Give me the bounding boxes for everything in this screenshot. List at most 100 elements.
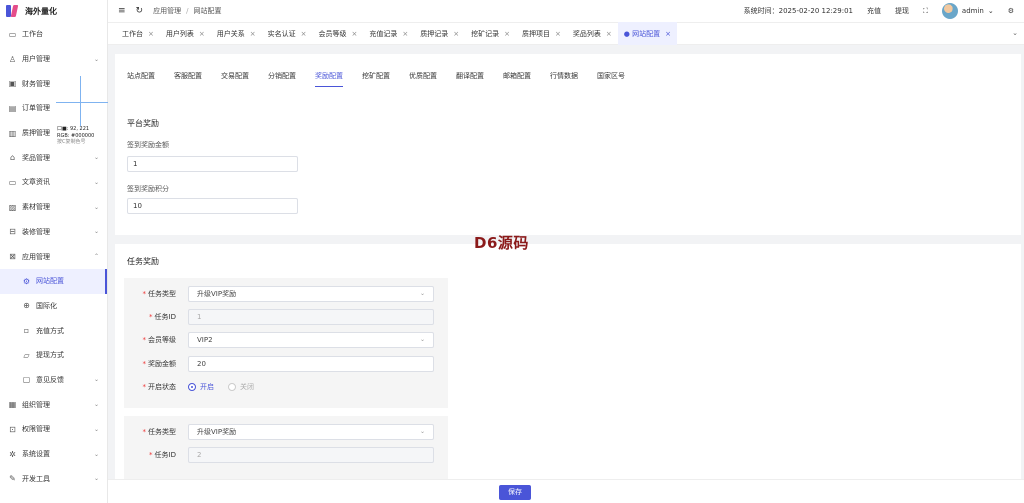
avatar[interactable]	[941, 3, 958, 19]
fullscreen-icon[interactable]: ⛶	[923, 7, 928, 16]
chevron-down-icon[interactable]: ⌄	[988, 7, 994, 15]
page-tab[interactable]: 挖矿记录 ×	[465, 22, 516, 45]
config-tab[interactable]: 客服配置	[174, 71, 202, 87]
sidebar-item[interactable]: ⚙ 网站配置	[0, 268, 107, 294]
tabs-more-icon[interactable]: ⌄	[1012, 29, 1018, 37]
sidebar-item[interactable]: ▫ 充值方式	[0, 318, 107, 343]
config-tab[interactable]: 挖矿配置	[362, 71, 390, 87]
settings-icon[interactable]: ⚙	[1008, 7, 1014, 15]
reward-amount-input[interactable]: 20	[188, 356, 434, 372]
sidebar-item-label: 订单管理	[22, 104, 50, 113]
page-tab[interactable]: 充值记录 ×	[363, 22, 414, 45]
page-tab[interactable]: 质押记录 ×	[414, 22, 465, 45]
sidebar-item[interactable]: ▭ 工作台	[0, 22, 107, 47]
task-id-input[interactable]: 2	[188, 447, 434, 463]
sidebar-item[interactable]: ▭ 文章资讯 ⌄	[0, 170, 107, 195]
chevron-icon: ⌃	[93, 253, 99, 261]
sidebar-item[interactable]: ✲ 系统设置 ⌄	[0, 442, 107, 467]
page-tab[interactable]: 实名认证 ×	[262, 22, 313, 45]
sidebar-item-label: 组织管理	[22, 400, 50, 409]
chevron-icon: ⌄	[93, 178, 99, 186]
sidebar-item[interactable]: ♙ 用户管理 ⌄	[0, 47, 107, 72]
close-icon[interactable]: ×	[199, 30, 205, 38]
radio-dot	[188, 383, 196, 391]
required-mark: *	[142, 428, 147, 436]
sidebar-item-label: 用户管理	[22, 55, 50, 64]
sidebar-item[interactable]: ▦ 组织管理 ⌄	[0, 392, 107, 417]
config-tab[interactable]: 行情数据	[550, 71, 578, 87]
sidebar-item-label: 财务管理	[22, 79, 50, 88]
sidebar-item-label: 奖品管理	[22, 153, 50, 162]
app-logo[interactable]: 海外量化	[0, 0, 107, 22]
sidebar-item[interactable]: ⌂ 奖品管理 ⌄	[0, 145, 107, 170]
page-tab[interactable]: 用户关系 ×	[211, 22, 262, 45]
config-tab[interactable]: 国家区号	[597, 71, 625, 87]
status-off-radio[interactable]: 关闭	[228, 382, 254, 392]
required-mark: *	[142, 360, 147, 368]
withdraw-icon: ▱	[23, 350, 30, 360]
config-tab[interactable]: 奖励配置	[315, 71, 343, 87]
close-icon[interactable]: ×	[665, 30, 671, 38]
task-type-select[interactable]: 升级VIP奖励 ⌄	[188, 424, 434, 440]
menu-toggle-icon[interactable]: ≡	[118, 6, 126, 16]
system-time: 系统时间：2025-02-20 12:29:01	[743, 7, 853, 15]
recharge-link[interactable]: 充值	[867, 6, 881, 16]
member-level-select[interactable]: VIP2 ⌄	[188, 332, 434, 348]
user-menu[interactable]: admin ⌄	[941, 3, 994, 19]
config-tab[interactable]: 优质配置	[409, 71, 437, 87]
close-icon[interactable]: ×	[453, 30, 459, 38]
sidebar-item[interactable]: ▢ 意见反馈 ⌄	[0, 368, 107, 393]
task-type-label: 任务类型	[148, 290, 176, 298]
status-on-radio[interactable]: 开启	[188, 382, 214, 392]
config-tab[interactable]: 交易配置	[221, 71, 249, 87]
sidebar-item-label: 提现方式	[36, 351, 64, 360]
sidebar-item[interactable]: ⊕ 国际化	[0, 294, 107, 319]
sidebar-item[interactable]: ⊡ 权限管理 ⌄	[0, 417, 107, 442]
close-icon[interactable]: ×	[504, 30, 510, 38]
sidebar-item[interactable]: ▤ 订单管理	[0, 96, 107, 121]
task-type-select[interactable]: 升级VIP奖励 ⌄	[188, 286, 434, 302]
sign-points-input[interactable]: 10	[127, 198, 298, 214]
task-id-input[interactable]: 1	[188, 309, 434, 325]
config-tab[interactable]: 邮箱配置	[503, 71, 531, 87]
sidebar-item-label: 装修管理	[22, 227, 50, 236]
member-level-label: 会员等级	[148, 336, 176, 344]
breadcrumb-item: 网站配置	[193, 7, 222, 15]
close-icon[interactable]: ×	[250, 30, 256, 38]
tab-label: ● 网站配置	[623, 29, 661, 38]
close-icon[interactable]: ×	[352, 30, 358, 38]
sidebar-item-label: 工作台	[22, 30, 43, 39]
task-reward-card: 任务奖励 * 任务类型 升级VIP奖励 ⌄ * 任务ID 1 * 会员等级 VIP2 ⌄ …	[115, 244, 1021, 503]
sidebar-item[interactable]: ▱ 提现方式	[0, 343, 107, 368]
tool-icon: ✎	[9, 474, 16, 484]
page-tab[interactable]: 质押项目 ×	[516, 22, 567, 45]
close-icon[interactable]: ×	[301, 30, 307, 38]
username[interactable]: admin	[962, 7, 984, 15]
close-icon[interactable]: ×	[402, 30, 408, 38]
close-icon[interactable]: ×	[148, 30, 154, 38]
page-tab[interactable]: 用户列表 ×	[160, 22, 211, 45]
withdraw-link[interactable]: 提现	[895, 6, 909, 16]
page-tab[interactable]: 奖品列表 ×	[567, 22, 618, 45]
page-tab[interactable]: 会员等级 ×	[313, 22, 364, 45]
close-icon[interactable]: ×	[555, 30, 561, 38]
config-tab[interactable]: 分销配置	[268, 71, 296, 87]
sidebar-item[interactable]: ✎ 开发工具 ⌄	[0, 466, 107, 491]
sign-amount-input[interactable]: 1	[127, 156, 298, 172]
config-tab[interactable]: 站点配置	[127, 71, 155, 87]
page-tab[interactable]: ● 网站配置 ×	[617, 22, 677, 45]
refresh-icon[interactable]: ↻	[136, 6, 144, 16]
tab-label: 挖矿记录	[471, 29, 500, 38]
page-tab[interactable]: 工作台 ×	[116, 22, 160, 45]
chevron-icon: ⌄	[93, 425, 99, 433]
finance-icon: ▣	[8, 79, 17, 89]
sidebar-item[interactable]: ⊠ 应用管理 ⌃	[0, 244, 107, 269]
close-icon[interactable]: ×	[606, 30, 612, 38]
sidebar-item[interactable]: ▣ 财务管理	[0, 71, 107, 96]
config-tab[interactable]: 翻译配置	[456, 71, 484, 87]
sidebar-item-label: 充值方式	[36, 326, 64, 335]
sidebar-item[interactable]: ⊟ 装修管理 ⌄	[0, 220, 107, 245]
sidebar-item[interactable]: ▨ 素材管理 ⌄	[0, 195, 107, 220]
save-button[interactable]: 保存	[499, 485, 531, 500]
breadcrumb-item[interactable]: 应用管理	[153, 7, 181, 15]
